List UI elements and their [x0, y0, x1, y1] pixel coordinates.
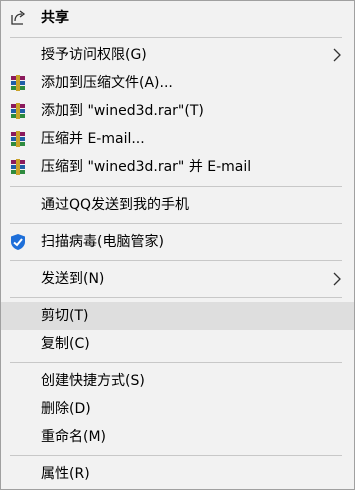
winrar-icon: [9, 130, 27, 148]
separator: [10, 223, 342, 224]
menu-item-scan-virus[interactable]: 扫描病毒(电脑管家): [1, 228, 354, 256]
winrar-icon: [9, 74, 27, 92]
menu-item-label: 剪切(T): [41, 308, 89, 324]
menu-item-compress-email[interactable]: 压缩并 E-mail...: [1, 125, 354, 153]
menu-item-label: 通过QQ发送到我的手机: [41, 197, 190, 213]
winrar-icon: [9, 102, 27, 120]
menu-item-label: 扫描病毒(电脑管家): [41, 234, 164, 250]
menu-item-properties[interactable]: 属性(R): [1, 460, 354, 488]
menu-item-compress-rar-email[interactable]: 压缩到 "wined3d.rar" 并 E-mail: [1, 153, 354, 181]
separator: [10, 297, 342, 298]
separator: [10, 37, 342, 38]
chevron-right-icon: [333, 272, 341, 286]
menu-item-label: 添加到压缩文件(A)...: [41, 75, 173, 91]
menu-item-send-to[interactable]: 发送到(N): [1, 265, 354, 293]
separator: [10, 260, 342, 261]
menu-item-label: 授予访问权限(G): [41, 47, 147, 63]
menu-item-label: 压缩并 E-mail...: [41, 131, 145, 147]
menu-item-add-to-archive[interactable]: 添加到压缩文件(A)...: [1, 69, 354, 97]
menu-item-create-shortcut[interactable]: 创建快捷方式(S): [1, 367, 354, 395]
context-menu: 共享 授予访问权限(G) 添加到压缩文件(A)... 添加到 "wined3d.…: [0, 0, 355, 490]
menu-item-share[interactable]: 共享: [1, 4, 354, 32]
share-icon: [9, 9, 27, 27]
menu-item-label: 复制(C): [41, 336, 90, 352]
menu-item-label: 压缩到 "wined3d.rar" 并 E-mail: [41, 159, 252, 175]
separator: [10, 455, 342, 456]
tencent-pc-manager-icon: [9, 233, 27, 251]
menu-item-add-to-rar[interactable]: 添加到 "wined3d.rar"(T): [1, 97, 354, 125]
menu-item-grant-access[interactable]: 授予访问权限(G): [1, 41, 354, 69]
chevron-right-icon: [333, 48, 341, 62]
menu-item-cut[interactable]: 剪切(T): [1, 302, 354, 330]
menu-item-label: 创建快捷方式(S): [41, 373, 145, 389]
menu-item-label: 发送到(N): [41, 271, 105, 287]
separator: [10, 362, 342, 363]
menu-item-send-via-qq[interactable]: 通过QQ发送到我的手机: [1, 191, 354, 219]
menu-item-copy[interactable]: 复制(C): [1, 330, 354, 358]
winrar-icon: [9, 158, 27, 176]
menu-item-label: 共享: [41, 10, 69, 26]
menu-item-rename[interactable]: 重命名(M): [1, 423, 354, 451]
menu-item-delete[interactable]: 删除(D): [1, 395, 354, 423]
menu-item-label: 添加到 "wined3d.rar"(T): [41, 103, 204, 119]
menu-item-label: 删除(D): [41, 401, 91, 417]
menu-item-label: 重命名(M): [41, 429, 107, 445]
separator: [10, 186, 342, 187]
menu-item-label: 属性(R): [41, 466, 90, 482]
